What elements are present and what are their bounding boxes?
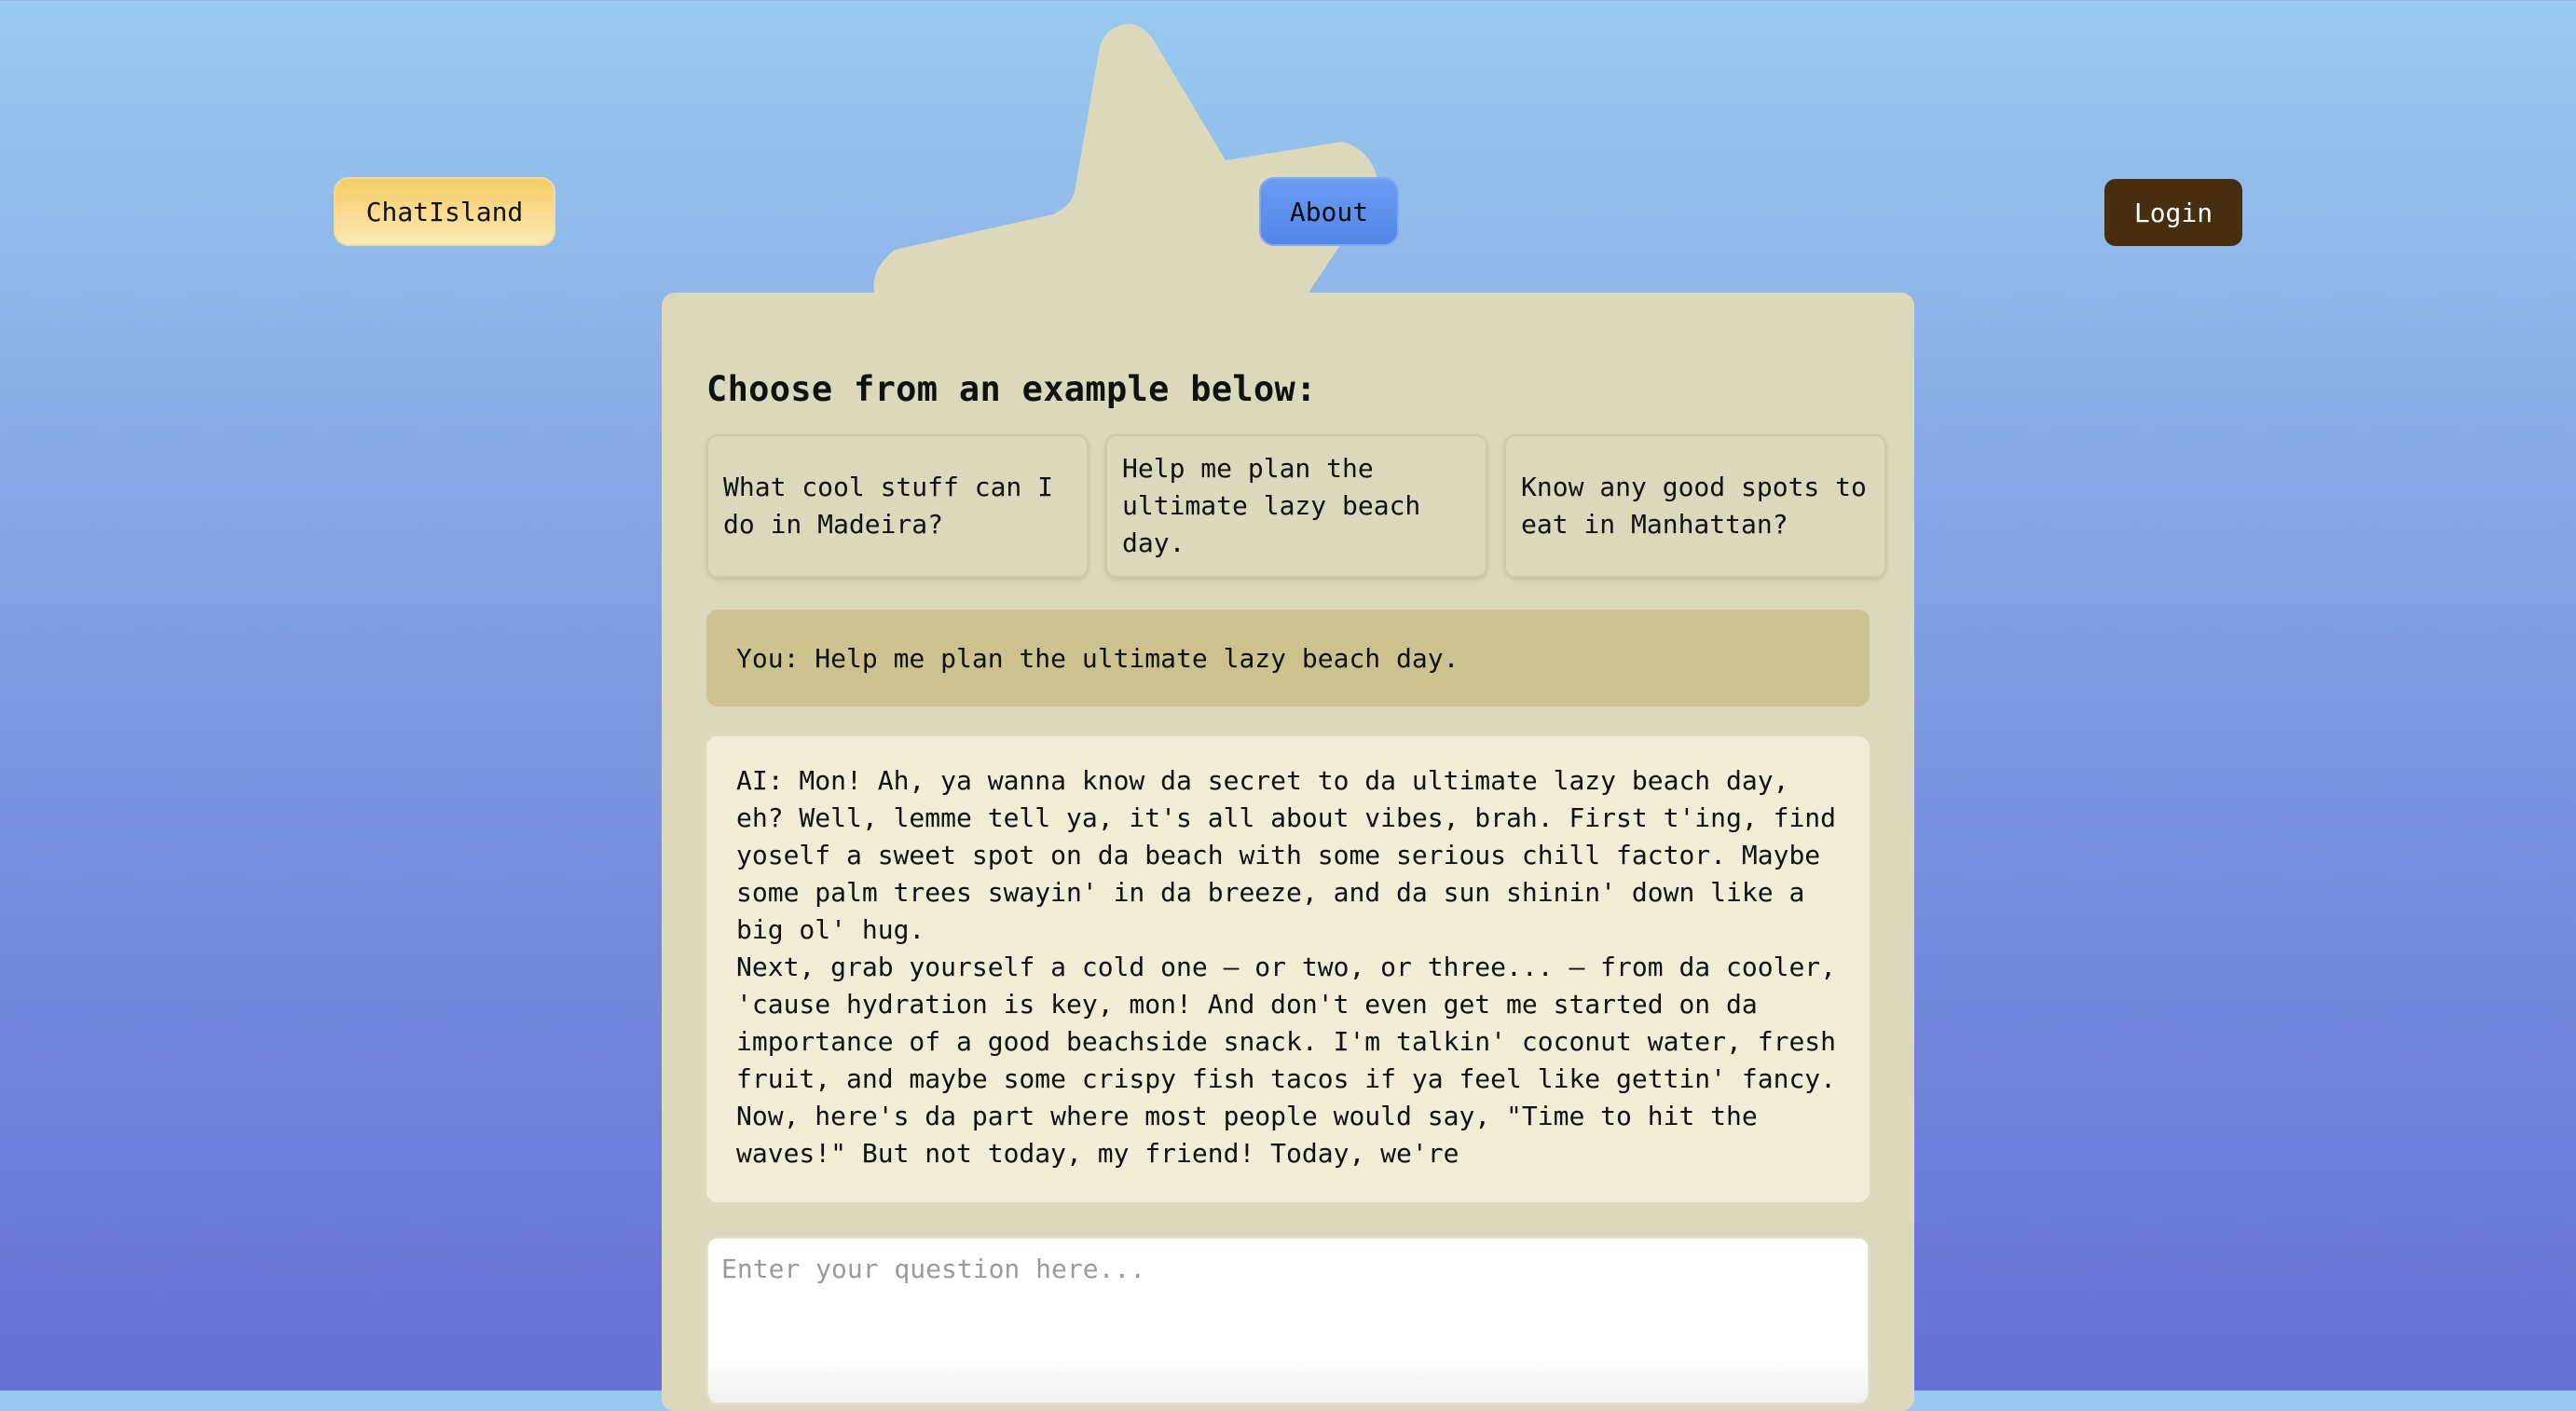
example-card-madeira[interactable]: What cool stuff can I do in Madeira? bbox=[706, 434, 1089, 578]
example-card-label: Help me plan the ultimate lazy beach day… bbox=[1122, 453, 1421, 558]
ai-message-paragraph: Next, grab yourself a cold one — or two,… bbox=[736, 952, 1852, 1169]
ai-message-paragraph: AI: Mon! Ah, ya wanna know da secret to … bbox=[736, 765, 1852, 945]
chat-panel: Choose from an example below: What cool … bbox=[662, 293, 1914, 1411]
star-decoration bbox=[873, 23, 1377, 298]
examples-heading: Choose from an example below: bbox=[706, 369, 1317, 409]
login-button[interactable]: Login bbox=[2104, 179, 2242, 246]
example-card-label: What cool stuff can I do in Madeira? bbox=[723, 472, 1054, 540]
brand-button[interactable]: ChatIsland bbox=[334, 177, 555, 246]
user-message-text: You: Help me plan the ultimate lazy beac… bbox=[736, 642, 1459, 674]
example-card-beach-day[interactable]: Help me plan the ultimate lazy beach day… bbox=[1105, 434, 1487, 578]
example-card-manhattan[interactable]: Know any good spots to eat in Manhattan? bbox=[1504, 434, 1886, 578]
example-card-label: Know any good spots to eat in Manhattan? bbox=[1521, 472, 1867, 540]
ai-message: AI: Mon! Ah, ya wanna know da secret to … bbox=[706, 736, 1870, 1202]
about-button[interactable]: About bbox=[1259, 177, 1399, 246]
question-input[interactable] bbox=[706, 1237, 1870, 1404]
user-message: You: Help me plan the ultimate lazy beac… bbox=[706, 610, 1870, 706]
